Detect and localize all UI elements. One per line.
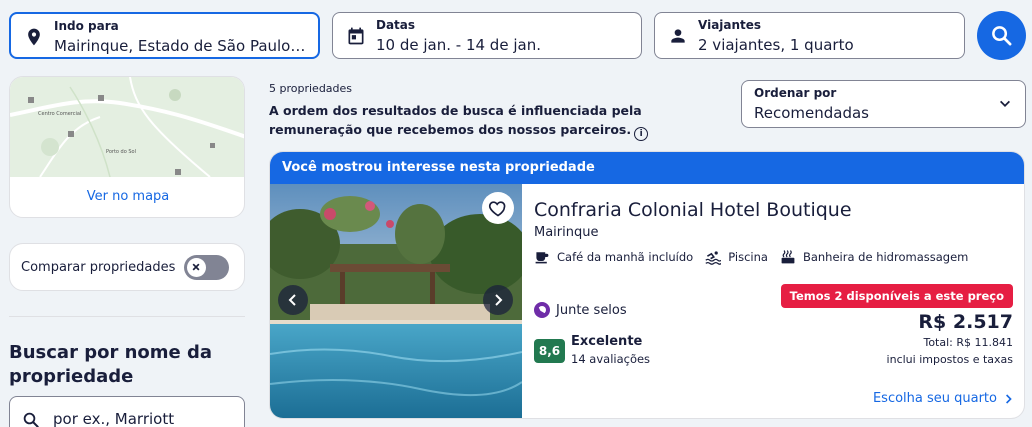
sort-dropdown[interactable]: Ordenar por Recomendadas	[741, 80, 1026, 128]
view-map-link[interactable]: Ver no mapa	[10, 189, 244, 204]
choose-room-label: Escolha seu quarto	[872, 391, 997, 406]
amenity-hot-tub: Banheira de hidromassagem	[780, 249, 968, 265]
sort-label: Ordenar por	[754, 86, 837, 100]
loyalty-icon	[534, 302, 550, 318]
property-card[interactable]: Você mostrou interesse nesta propriedade	[269, 151, 1025, 419]
sidebar-divider	[9, 316, 245, 317]
toggle-knob	[187, 258, 206, 277]
sort-value: Recomendadas	[754, 104, 869, 122]
search-icon	[992, 26, 1012, 46]
map-label-porto: Porto do Sol	[106, 149, 136, 155]
search-icon	[23, 412, 39, 427]
coffee-cup-icon	[535, 252, 549, 264]
property-name-search[interactable]	[9, 396, 245, 427]
travelers-field[interactable]: Viajantes 2 viajantes, 1 quarto	[654, 12, 965, 59]
review-count: 14 avaliações	[571, 352, 651, 366]
taxes-note: inclui impostos e taxas	[886, 353, 1013, 366]
map-label-centro: Centro Comercial	[38, 111, 81, 117]
favorite-button[interactable]	[482, 192, 514, 224]
amenity-label: Piscina	[728, 250, 768, 264]
swimmer-icon	[705, 251, 722, 265]
destination-value: Mairinque, Estado de São Paulo, B...	[54, 37, 309, 55]
amenity-label: Banheira de hidromassagem	[802, 250, 969, 264]
info-icon[interactable]: i	[634, 127, 649, 141]
map-card[interactable]: Centro Comercial Porto do Sol Ver no map…	[9, 76, 245, 218]
ranking-disclaimer: A ordem dos resultados de busca é influe…	[269, 101, 739, 141]
total-price: Total: R$ 11.841	[923, 336, 1013, 349]
choose-room-link[interactable]: Escolha seu quarto	[873, 391, 1013, 406]
search-button[interactable]	[977, 11, 1026, 60]
hotel-name[interactable]: Confraria Colonial Hotel Boutique	[534, 199, 852, 221]
rating-description: Excelente	[571, 334, 643, 349]
chevron-down-icon	[1000, 100, 1010, 107]
property-photo[interactable]	[270, 184, 522, 418]
hot-tub-icon	[781, 250, 795, 264]
name-search-title: Buscar por nome da propriedade	[9, 342, 213, 387]
destination-label: Indo para	[54, 19, 119, 33]
property-name-input[interactable]	[53, 410, 233, 427]
compare-properties-card: Comparar propriedades	[9, 243, 245, 291]
amenities-list: Café da manhã incluído Piscina Banheira …	[534, 249, 968, 265]
travelers-label: Viajantes	[698, 18, 762, 32]
dates-field[interactable]: Datas 10 de jan. - 14 de jan.	[332, 12, 642, 59]
loyalty-stamps: Junte selos	[534, 302, 627, 318]
amenity-pool: Piscina	[705, 249, 768, 265]
close-icon	[192, 263, 200, 271]
travelers-value: 2 viajantes, 1 quarto	[698, 36, 854, 54]
map-thumbnail[interactable]: Centro Comercial Porto do Sol	[10, 77, 244, 178]
rating-score-badge: 8,6	[534, 339, 565, 363]
interest-banner: Você mostrou interesse nesta propriedade	[270, 152, 1024, 184]
amenity-breakfast: Café da manhã incluído	[534, 249, 693, 265]
chevron-left-icon	[288, 294, 296, 306]
calendar-icon	[348, 27, 364, 45]
amenity-label: Café da manhã incluído	[557, 250, 694, 264]
map-pin-icon	[28, 28, 40, 46]
previous-photo-button[interactable]	[278, 285, 308, 315]
next-photo-button[interactable]	[483, 285, 513, 315]
compare-toggle[interactable]	[184, 255, 229, 280]
heart-icon	[488, 201, 506, 217]
person-icon	[671, 29, 685, 43]
results-count: 5 propriedades	[269, 82, 353, 95]
disclaimer-text: A ordem dos resultados de busca é influe…	[269, 103, 642, 137]
chevron-right-icon	[1006, 393, 1012, 404]
nightly-price: R$ 2.517	[918, 311, 1013, 333]
hotel-city: Mairinque	[534, 225, 599, 240]
availability-badge: Temos 2 disponíveis a este preço	[780, 284, 1013, 308]
destination-field[interactable]: Indo para Mairinque, Estado de São Paulo…	[9, 12, 320, 59]
loyalty-label: Junte selos	[556, 302, 627, 318]
chevron-right-icon	[495, 294, 503, 306]
dates-value: 10 de jan. - 14 de jan.	[376, 36, 541, 54]
compare-label: Comparar propriedades	[21, 260, 176, 275]
dates-label: Datas	[376, 18, 416, 32]
